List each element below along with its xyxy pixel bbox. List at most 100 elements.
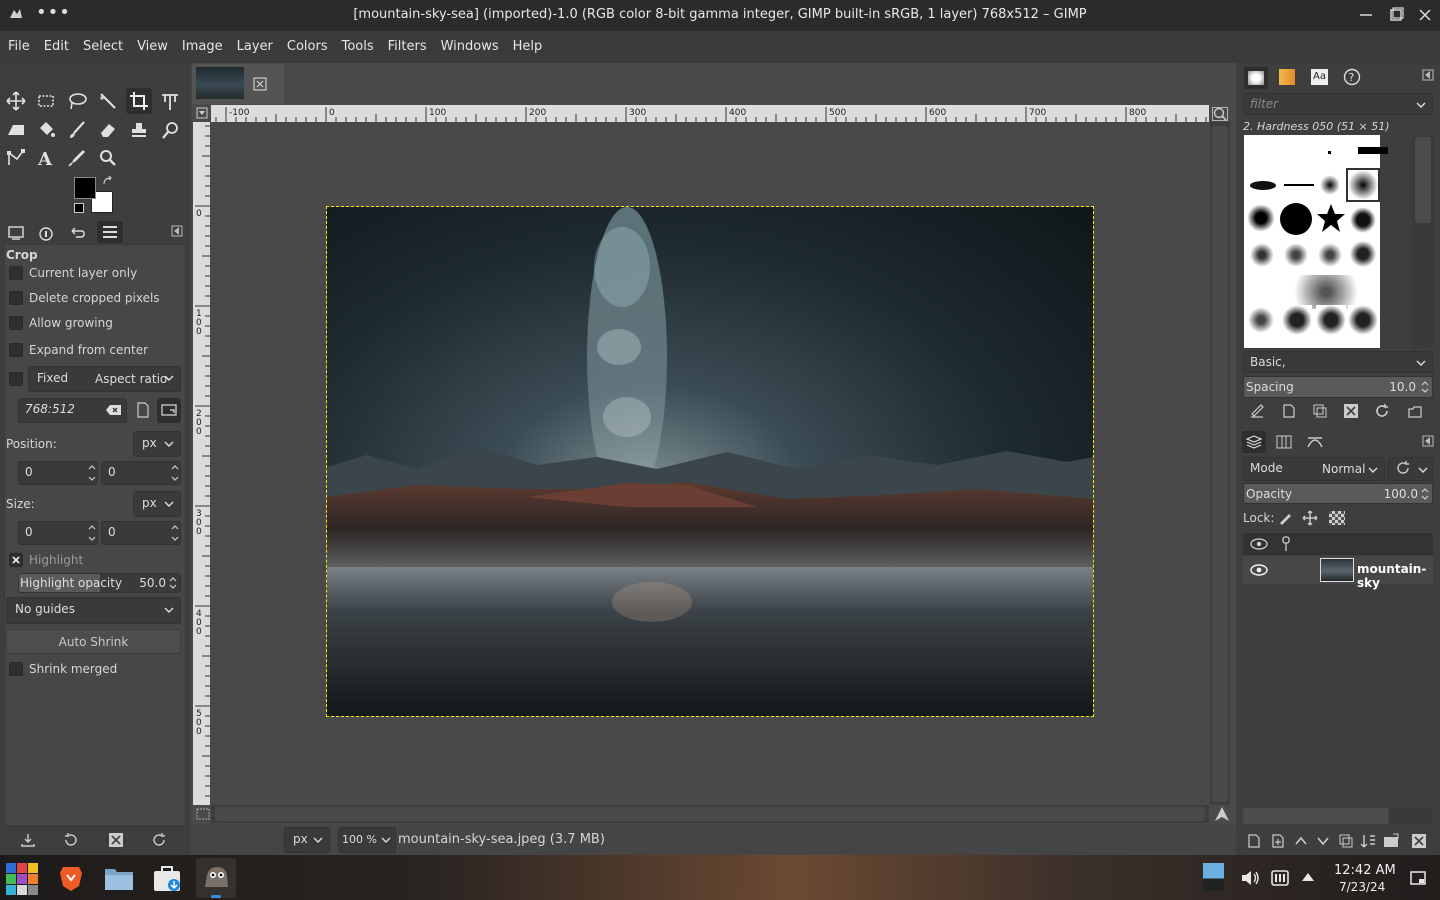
duplicate-brush-icon[interactable] — [1312, 403, 1328, 419]
composite-mode-dropdown[interactable] — [1388, 457, 1433, 481]
layer-opacity-slider[interactable]: Opacity 100.0 — [1243, 483, 1433, 504]
lock-position-icon[interactable] — [1302, 510, 1318, 526]
gimp-taskbar-button[interactable] — [196, 858, 236, 898]
image-tab[interactable] — [192, 64, 284, 104]
help-tab-icon[interactable]: ? — [1343, 68, 1361, 86]
refresh-brushes-icon[interactable] — [1374, 403, 1390, 419]
shrink-merged-checkbox[interactable] — [9, 662, 23, 676]
delete-layer-icon[interactable] — [1411, 833, 1427, 849]
layers-hscrollbar[interactable] — [1243, 808, 1433, 824]
maximize-icon[interactable] — [1385, 4, 1407, 26]
brush-list-scrollbar[interactable] — [1412, 135, 1434, 348]
menu-view[interactable]: View — [129, 31, 174, 54]
reset-colors-icon[interactable] — [74, 203, 84, 213]
horizontal-scrollbar[interactable] — [211, 805, 1209, 823]
menu-filters[interactable]: Filters — [380, 31, 433, 54]
volume-icon[interactable] — [1240, 868, 1260, 888]
restore-options-icon[interactable] — [63, 832, 79, 848]
highlight-opacity-slider[interactable]: Highlight opacity 50.0 — [18, 573, 181, 593]
brush-round-hard[interactable] — [1280, 203, 1312, 235]
auto-shrink-button[interactable]: Auto Shrink — [6, 629, 181, 654]
brush-hardness-050-selected[interactable] — [1346, 168, 1380, 202]
raise-layer-icon[interactable] — [1293, 833, 1309, 849]
text-tool-icon[interactable]: A — [35, 147, 59, 171]
rect-select-tool-icon[interactable] — [35, 90, 59, 114]
zoom-fit-icon[interactable] — [1212, 107, 1228, 121]
brush-list-scroll-thumb[interactable] — [1415, 137, 1431, 223]
delete-cropped-pixels-checkbox[interactable] — [9, 291, 23, 305]
navigate-image-icon[interactable] — [1213, 806, 1231, 822]
file-manager-icon[interactable] — [104, 865, 134, 891]
warp-tool-icon[interactable] — [5, 119, 29, 143]
undo-history-tab-icon[interactable] — [68, 225, 86, 241]
brush-texture-2[interactable] — [1250, 243, 1274, 267]
expand-from-center-checkbox[interactable] — [9, 343, 23, 357]
menu-tools[interactable]: Tools — [334, 31, 380, 54]
brush-texture-1[interactable] — [1350, 207, 1376, 233]
edit-brush-icon[interactable] — [1249, 403, 1265, 419]
fixed-mode-dropdown[interactable]: Fixed Aspect ratio — [28, 366, 181, 392]
images-tab[interactable] — [97, 221, 123, 243]
menu-windows[interactable]: Windows — [433, 31, 505, 54]
canvas-image[interactable] — [326, 206, 1094, 717]
clock-time[interactable]: 12:42 AM — [1334, 863, 1396, 878]
brush-texture-4[interactable] — [1318, 243, 1342, 267]
lower-layer-icon[interactable] — [1315, 833, 1331, 849]
position-y-spinner[interactable] — [169, 461, 181, 485]
menu-help[interactable]: Help — [505, 31, 549, 54]
delete-options-icon[interactable] — [108, 832, 124, 848]
clone-tool-icon[interactable] — [128, 119, 152, 143]
position-unit-dropdown[interactable]: px — [133, 431, 181, 457]
configure-tab-icon[interactable] — [171, 225, 183, 237]
eraser-tool-icon[interactable] — [97, 119, 121, 143]
brush-preset-dropdown[interactable]: Basic, — [1243, 351, 1433, 373]
quick-mask-toggle-icon[interactable] — [196, 808, 210, 820]
guides-dropdown[interactable]: No guides — [6, 597, 181, 624]
zoom-dropdown[interactable]: 100 % — [338, 827, 396, 853]
new-layer-icon[interactable] — [1270, 833, 1286, 849]
size-width-spinner[interactable] — [86, 521, 98, 545]
layer-visibility-icon[interactable] — [1250, 564, 1268, 576]
menu-colors[interactable]: Colors — [279, 31, 334, 54]
show-desktop-icon[interactable] — [1410, 870, 1426, 886]
layers-hscroll-thumb[interactable] — [1243, 808, 1389, 824]
configure-tab-icon[interactable] — [1422, 69, 1434, 81]
close-icon[interactable] — [1414, 4, 1436, 26]
save-options-icon[interactable] — [20, 832, 36, 848]
fuzzy-select-tool-icon[interactable] — [97, 90, 121, 114]
unit-dropdown[interactable]: px — [284, 827, 330, 853]
open-brush-as-image-icon[interactable] — [1407, 403, 1423, 419]
brush-texture-5[interactable] — [1350, 241, 1376, 267]
foreground-color-swatch[interactable] — [74, 177, 96, 199]
configure-tab-icon[interactable] — [1422, 435, 1434, 447]
fonts-tab-icon[interactable]: Aa — [1311, 69, 1328, 85]
lasso-tool-icon[interactable] — [66, 90, 90, 114]
brush-texture-9[interactable] — [1348, 305, 1378, 335]
paintbrush-tool-icon[interactable] — [66, 119, 90, 143]
brush-texture-6[interactable] — [1248, 307, 1274, 333]
new-layer-group-icon[interactable] — [1246, 833, 1262, 849]
portrait-icon[interactable] — [136, 402, 150, 418]
vertical-scroll-thumb[interactable] — [1212, 126, 1228, 802]
start-menu-icon[interactable] — [6, 863, 38, 895]
move-tool-icon[interactable] — [5, 90, 29, 114]
vertical-ruler[interactable]: 0100200300400500 — [193, 122, 210, 805]
brush-soft[interactable] — [1320, 175, 1340, 195]
position-x-spinner[interactable] — [86, 461, 98, 485]
unified-transform-tool-icon[interactable] — [159, 90, 183, 114]
clear-field-icon[interactable] — [106, 404, 122, 416]
paths-tool-icon[interactable] — [5, 147, 29, 171]
fixed-checkbox[interactable] — [9, 372, 23, 386]
zoom-tool-icon[interactable] — [97, 147, 121, 171]
system-tray-app-icon[interactable] — [1203, 863, 1224, 891]
new-brush-icon[interactable] — [1281, 403, 1297, 419]
brush-splatter-row[interactable] — [1248, 275, 1378, 309]
paths-tab-icon[interactable] — [1306, 435, 1324, 449]
brush-filter-input[interactable]: filter — [1243, 93, 1433, 115]
brush-spacing-slider[interactable]: Spacing 10.0 — [1243, 376, 1433, 398]
brush-line[interactable] — [1284, 184, 1314, 186]
reset-options-icon[interactable] — [151, 832, 167, 848]
brush-grid[interactable] — [1244, 135, 1388, 348]
add-mask-icon[interactable] — [1383, 833, 1399, 849]
clock-date[interactable]: 7/23/24 — [1339, 880, 1385, 894]
